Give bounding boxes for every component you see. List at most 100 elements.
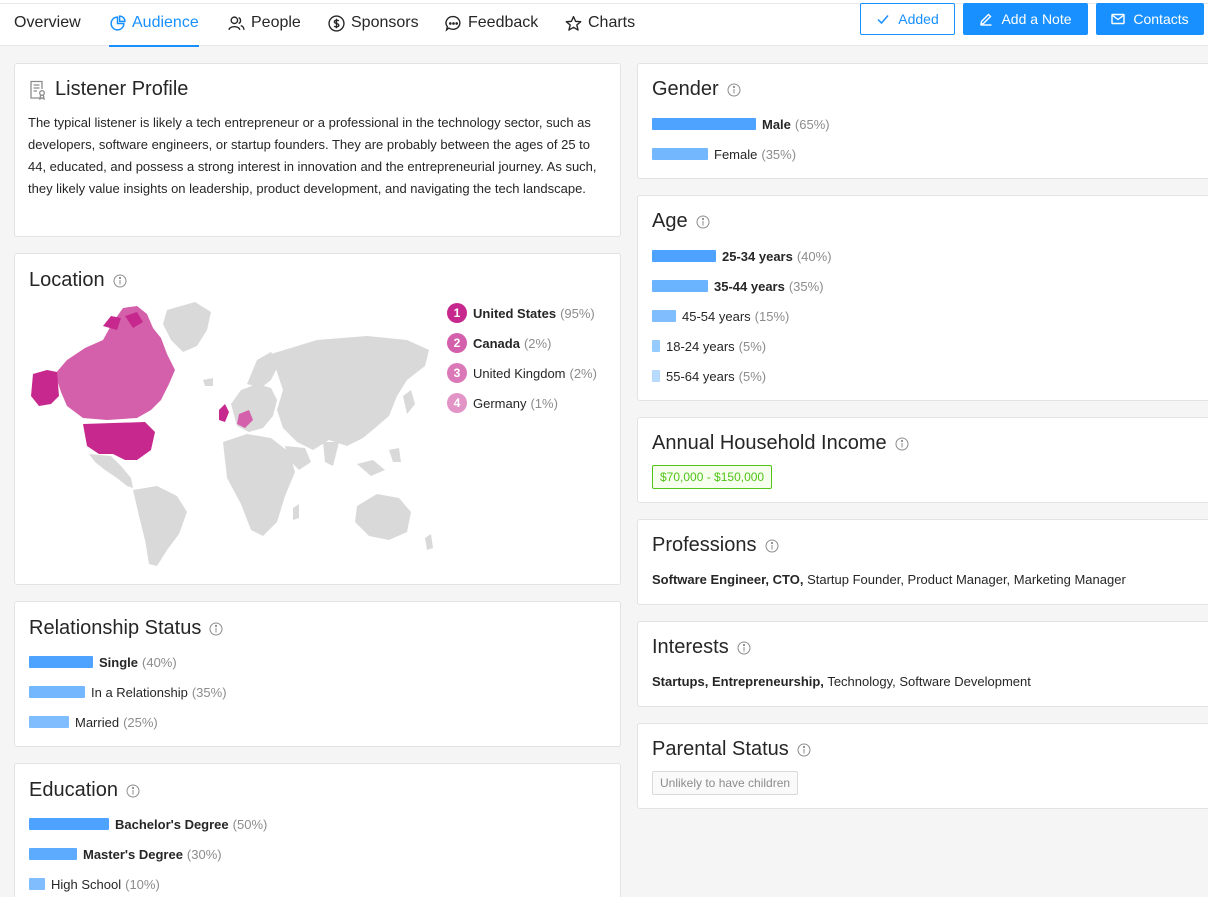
chat-icon — [445, 15, 461, 32]
parental-status-card: Parental Status Unlikely to have childre… — [637, 723, 1208, 809]
info-icon[interactable] — [895, 437, 909, 451]
rank-badge: 2 — [447, 333, 467, 353]
education-pct: (10%) — [125, 876, 160, 892]
age-row: 18-24 years (5%) — [652, 337, 766, 355]
income-title: Annual Household Income — [652, 432, 887, 454]
age-bar — [652, 280, 708, 292]
age-label: 55-64 years — [666, 368, 735, 384]
added-button-label: Added — [898, 11, 939, 27]
tab-people[interactable]: People — [228, 0, 301, 46]
parental-status-tag: Unlikely to have children — [652, 771, 799, 795]
interests-card: Interests Startups, Entrepreneurship, Te… — [637, 621, 1208, 707]
location-item-united-states: 1 United States (95%) — [447, 303, 595, 323]
tab-feedback-label: Feedback — [468, 14, 539, 31]
interests-list: Startups, Entrepreneurship, Technology, … — [652, 674, 1031, 689]
relationship-row: In a Relationship (35%) — [29, 683, 227, 701]
rank-badge: 3 — [447, 363, 467, 383]
people-icon — [228, 15, 245, 30]
info-icon[interactable] — [737, 641, 751, 655]
star-icon — [565, 15, 582, 31]
tab-audience[interactable]: Audience — [109, 0, 199, 47]
relationship-pct: (25%) — [123, 714, 158, 730]
education-label: High School — [51, 876, 122, 892]
education-row: Master's Degree (30%) — [29, 845, 222, 863]
tab-feedback[interactable]: Feedback — [445, 0, 538, 46]
location-item-germany: 4 Germany (1%) — [447, 393, 558, 413]
gender-card: Gender Male (65%) Female (35%) — [637, 63, 1208, 179]
profile-document-icon — [30, 80, 45, 100]
professions-heading: Professions — [652, 534, 779, 557]
relationship-status-title: Relationship Status — [29, 617, 202, 639]
location-item-united-kingdom: 3 United Kingdom (2%) — [447, 363, 597, 383]
gender-row: Male (65%) — [652, 115, 830, 133]
info-icon[interactable] — [765, 539, 779, 553]
relationship-label: Married — [75, 714, 120, 730]
gender-pct: (65%) — [794, 116, 830, 132]
listener-profile-heading: Listener Profile — [29, 78, 188, 101]
listener-profile-card: Listener Profile The typical listener is… — [14, 63, 621, 237]
education-label: Bachelor's Degree — [115, 816, 229, 832]
age-bar — [652, 310, 676, 322]
education-row: High School (10%) — [29, 875, 160, 893]
education-pct: (30%) — [186, 846, 222, 862]
info-icon[interactable] — [113, 274, 127, 288]
age-label: 35-44 years — [714, 278, 785, 294]
education-pct: (50%) — [232, 816, 268, 832]
listener-profile-title: Listener Profile — [55, 78, 189, 100]
age-bar — [652, 250, 716, 262]
age-title: Age — [652, 210, 688, 232]
rank-badge: 1 — [447, 303, 467, 323]
info-icon[interactable] — [126, 784, 140, 798]
gender-bar — [652, 118, 756, 130]
relationship-status-heading: Relationship Status — [29, 617, 223, 640]
add-note-button-label: Add a Note — [1001, 11, 1072, 27]
top-nav: Overview Audience People Sponsors Feedba… — [0, 0, 1208, 47]
dollar-icon — [328, 14, 345, 32]
added-button[interactable]: Added — [860, 3, 955, 35]
world-map — [31, 302, 433, 566]
age-pct: (5%) — [738, 338, 767, 354]
info-icon[interactable] — [696, 215, 710, 229]
tab-sponsors[interactable]: Sponsors — [328, 0, 419, 46]
check-icon — [877, 15, 889, 25]
tab-overview[interactable]: Overview — [14, 0, 81, 46]
interests-title: Interests — [652, 636, 729, 658]
education-bar — [29, 818, 109, 830]
relationship-bar — [29, 716, 69, 728]
age-row: 35-44 years (35%) — [652, 277, 824, 295]
mail-icon — [1111, 13, 1126, 25]
location-pct: (1%) — [530, 395, 558, 411]
info-icon[interactable] — [727, 83, 741, 97]
tab-sponsors-label: Sponsors — [351, 14, 419, 31]
info-icon[interactable] — [797, 743, 811, 757]
professions-secondary: Startup Founder, Product Manager, Market… — [807, 572, 1126, 587]
info-icon[interactable] — [209, 622, 223, 636]
relationship-status-card: Relationship Status Single (40%) In a Re… — [14, 601, 621, 747]
location-name: Germany — [473, 395, 527, 411]
age-pct: (35%) — [788, 278, 824, 294]
age-pct: (15%) — [754, 308, 790, 324]
contacts-button[interactable]: Contacts — [1096, 3, 1204, 35]
gender-title: Gender — [652, 78, 719, 100]
relationship-label: Single — [99, 654, 139, 670]
relationship-bar — [29, 656, 93, 668]
age-label: 25-34 years — [722, 248, 793, 264]
gender-pct: (35%) — [761, 146, 797, 162]
interests-secondary: Technology, Software Development — [827, 674, 1031, 689]
listener-profile-text: The typical listener is likely a tech en… — [28, 115, 597, 196]
age-bar — [652, 370, 660, 382]
education-card: Education Bachelor's Degree (50%) Master… — [14, 763, 621, 897]
education-heading: Education — [29, 779, 140, 802]
gender-label: Female — [714, 146, 758, 162]
rank-badge: 4 — [447, 393, 467, 413]
gender-bar — [652, 148, 708, 160]
tab-charts[interactable]: Charts — [565, 0, 635, 46]
relationship-row: Single (40%) — [29, 653, 177, 671]
location-item-canada: 2 Canada (2%) — [447, 333, 551, 353]
add-note-button[interactable]: Add a Note — [963, 3, 1088, 35]
location-pct: (2%) — [523, 335, 552, 351]
interests-primary: Startups, Entrepreneurship, — [652, 674, 824, 689]
professions-list: Software Engineer, CTO, Startup Founder,… — [652, 572, 1126, 587]
age-row: 25-34 years (40%) — [652, 247, 832, 265]
gender-heading: Gender — [652, 78, 741, 101]
